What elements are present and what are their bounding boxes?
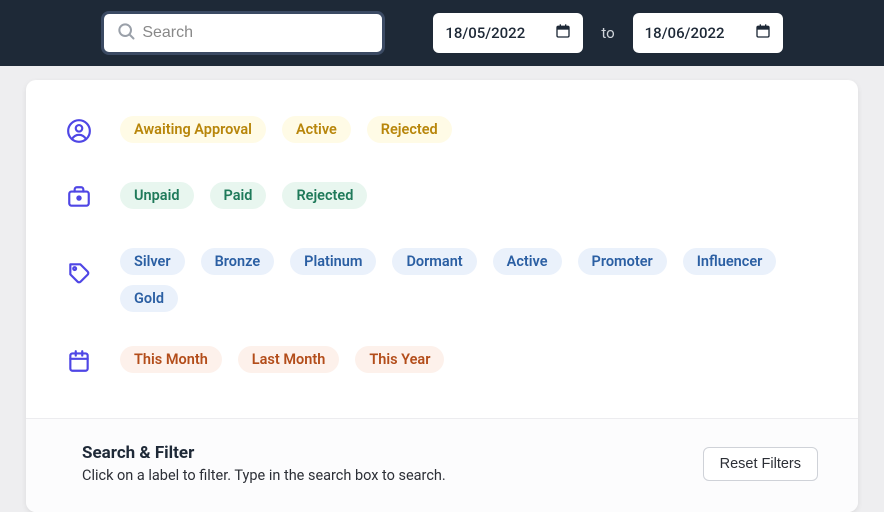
search-icon (116, 21, 142, 45)
chip-status-active[interactable]: Active (282, 116, 351, 143)
user-circle-icon (66, 118, 92, 148)
filter-row-status: Awaiting Approval Active Rejected (66, 116, 818, 148)
payment-chip-group: Unpaid Paid Rejected (120, 182, 367, 209)
calendar-outline-icon (66, 348, 92, 378)
date-from-field[interactable]: 18/05/2022 (433, 13, 583, 53)
filter-row-date: This Month Last Month This Year (66, 346, 818, 378)
reset-filters-button[interactable]: Reset Filters (703, 447, 818, 481)
filter-row-payment: Unpaid Paid Rejected (66, 182, 818, 214)
chip-status-awaiting[interactable]: Awaiting Approval (120, 116, 266, 143)
chip-payment-rejected[interactable]: Rejected (282, 182, 367, 209)
briefcase-icon (66, 184, 92, 214)
chip-date-this-month[interactable]: This Month (120, 346, 222, 373)
chip-date-this-year[interactable]: This Year (355, 346, 444, 373)
footer-text: Search & Filter Click on a label to filt… (82, 443, 446, 484)
search-input[interactable] (142, 24, 370, 42)
chip-date-last-month[interactable]: Last Month (238, 346, 340, 373)
chip-tag-active[interactable]: Active (493, 248, 562, 275)
date-chip-group: This Month Last Month This Year (120, 346, 444, 373)
tags-chip-group: Silver Bronze Platinum Dormant Active Pr… (120, 248, 818, 312)
filters-body: Awaiting Approval Active Rejected Unpaid… (26, 80, 858, 418)
chip-tag-promoter[interactable]: Promoter (578, 248, 667, 275)
date-to-value: 18/06/2022 (645, 24, 725, 42)
chip-tag-bronze[interactable]: Bronze (201, 248, 275, 275)
topbar: 18/05/2022 to 18/06/2022 (0, 0, 884, 66)
chip-tag-silver[interactable]: Silver (120, 248, 185, 275)
calendar-icon (555, 23, 571, 43)
date-from-value: 18/05/2022 (445, 24, 525, 42)
chip-tag-dormant[interactable]: Dormant (392, 248, 476, 275)
chip-payment-unpaid[interactable]: Unpaid (120, 182, 194, 209)
status-chip-group: Awaiting Approval Active Rejected (120, 116, 452, 143)
date-to-field[interactable]: 18/06/2022 (633, 13, 783, 53)
footer-title: Search & Filter (82, 443, 446, 463)
chip-tag-gold[interactable]: Gold (120, 285, 178, 312)
search-wrapper[interactable] (101, 11, 385, 55)
calendar-icon (755, 23, 771, 43)
to-label: to (599, 24, 616, 42)
card-footer: Search & Filter Click on a label to filt… (26, 418, 858, 512)
chip-payment-paid[interactable]: Paid (210, 182, 267, 209)
filter-card: Awaiting Approval Active Rejected Unpaid… (26, 80, 858, 512)
filter-row-tags: Silver Bronze Platinum Dormant Active Pr… (66, 248, 818, 312)
tag-icon (66, 260, 92, 290)
chip-tag-influencer[interactable]: Influencer (683, 248, 777, 275)
chip-status-rejected[interactable]: Rejected (367, 116, 452, 143)
chip-tag-platinum[interactable]: Platinum (290, 248, 376, 275)
footer-subtitle: Click on a label to filter. Type in the … (82, 467, 446, 484)
